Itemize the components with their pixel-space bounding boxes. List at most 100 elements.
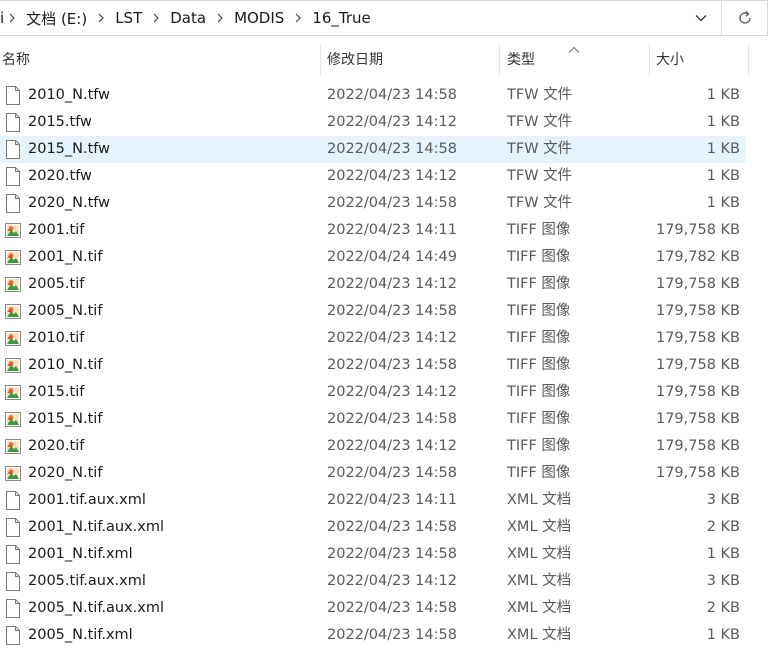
breadcrumb-fragment[interactable]: i — [0, 0, 6, 36]
chevron-right-icon[interactable] — [216, 11, 224, 25]
file-row[interactable]: 2005_N.tif.xml 2022/04/23 14:58 XML 文档 1 KB — [0, 622, 768, 649]
file-row[interactable]: 2001.tif.aux.xml 2022/04/23 14:11 XML 文档 3 … — [0, 487, 768, 514]
file-name[interactable]: 2020_N.tfw — [28, 190, 110, 217]
chevron-right-icon[interactable] — [294, 11, 302, 25]
breadcrumb-item-lst[interactable]: LST — [107, 0, 150, 36]
file-type: TFW 文件 — [507, 114, 573, 130]
file-row[interactable]: 2020_N.tfw 2022/04/23 14:58 TFW 文件 1 KB — [0, 190, 768, 217]
column-header-type[interactable]: 类型 — [507, 44, 535, 76]
column-divider[interactable] — [499, 44, 500, 76]
address-history-button[interactable] — [681, 1, 721, 35]
file-row[interactable]: 2010_N.tfw 2022/04/23 14:58 TFW 文件 1 KB — [0, 82, 768, 109]
column-divider[interactable] — [320, 44, 321, 76]
file-name[interactable]: 2001_N.tif — [28, 244, 102, 271]
file-name[interactable]: 2020.tfw — [28, 163, 92, 190]
sort-ascending-icon — [568, 42, 580, 58]
file-row[interactable]: 2001_N.tif.aux.xml 2022/04/23 14:58 XML 文档… — [0, 514, 768, 541]
file-row[interactable]: 2020.tif 2022/04/23 14:12 TIFF 图像 179,758 K… — [0, 433, 768, 460]
generic-file-icon — [5, 518, 21, 537]
address-bar[interactable]: i 文档 (E:) LST Data MODIS 16_True — [0, 0, 722, 36]
file-name[interactable]: 2020.tif — [28, 433, 84, 460]
file-name[interactable]: 2015.tfw — [28, 109, 92, 136]
file-row[interactable]: 2020.tfw 2022/04/23 14:12 TFW 文件 1 KB — [0, 163, 768, 190]
file-modified-date: 2022/04/24 14:49 — [327, 249, 457, 265]
generic-file-icon — [5, 545, 21, 564]
file-size: 179,758 KB — [655, 357, 740, 373]
file-type: TIFF 图像 — [507, 330, 571, 346]
file-name[interactable]: 2005.tif — [28, 271, 84, 298]
file-modified-date: 2022/04/23 14:58 — [327, 600, 457, 616]
file-name[interactable]: 2005.tif.aux.xml — [28, 568, 146, 595]
generic-file-icon — [5, 113, 21, 132]
file-name[interactable]: 2015.tif — [28, 379, 84, 406]
file-name[interactable]: 2015_N.tfw — [28, 136, 110, 163]
image-file-icon — [5, 248, 21, 267]
chevron-right-icon[interactable] — [8, 11, 16, 25]
breadcrumb-item-data[interactable]: Data — [162, 0, 214, 36]
file-name[interactable]: 2005_N.tif.aux.xml — [28, 595, 164, 622]
file-size: 1 KB — [706, 195, 740, 211]
file-name[interactable]: 2010_N.tfw — [28, 82, 110, 109]
file-name[interactable]: 2015_N.tif — [28, 406, 102, 433]
file-size: 2 KB — [706, 600, 740, 616]
file-type: XML 文档 — [507, 546, 572, 562]
file-type: TIFF 图像 — [507, 438, 571, 454]
file-row[interactable]: 2020_N.tif 2022/04/23 14:58 TIFF 图像 179,758… — [0, 460, 768, 487]
breadcrumb-item-modis[interactable]: MODIS — [226, 0, 292, 36]
chevron-right-icon[interactable] — [97, 11, 105, 25]
file-modified-date: 2022/04/23 14:58 — [327, 141, 457, 157]
file-row[interactable]: 2015.tif 2022/04/23 14:12 TIFF 图像 179,758 K… — [0, 379, 768, 406]
image-file-icon — [5, 221, 21, 240]
file-row[interactable]: 2005.tif.aux.xml 2022/04/23 14:12 XML 文档 3 … — [0, 568, 768, 595]
column-divider[interactable] — [748, 44, 749, 76]
file-type: TIFF 图像 — [507, 222, 571, 238]
file-modified-date: 2022/04/23 14:12 — [327, 114, 457, 130]
file-type: TIFF 图像 — [507, 411, 571, 427]
file-name[interactable]: 2001_N.tif.xml — [28, 541, 133, 568]
column-header-name[interactable]: 名称 — [2, 44, 30, 76]
column-header-date[interactable]: 修改日期 — [327, 44, 383, 76]
column-header-size[interactable]: 大小 — [656, 44, 684, 76]
breadcrumb-item-drive[interactable]: 文档 (E:) — [18, 0, 95, 36]
file-modified-date: 2022/04/23 14:12 — [327, 330, 457, 346]
file-modified-date: 2022/04/23 14:12 — [327, 168, 457, 184]
file-name[interactable]: 2010.tif — [28, 325, 84, 352]
chevron-down-icon — [695, 15, 707, 22]
file-size: 179,758 KB — [655, 438, 740, 454]
file-modified-date: 2022/04/23 14:12 — [327, 573, 457, 589]
file-type: TFW 文件 — [507, 87, 573, 103]
file-row[interactable]: 2010.tif 2022/04/23 14:12 TIFF 图像 179,758 K… — [0, 325, 768, 352]
file-row[interactable]: 2015_N.tfw 2022/04/23 14:58 TFW 文件 1 KB — [0, 136, 768, 163]
file-modified-date: 2022/04/23 14:58 — [327, 465, 457, 481]
file-type: TFW 文件 — [507, 141, 573, 157]
breadcrumb-item-current[interactable]: 16_True — [304, 0, 378, 36]
chevron-right-icon[interactable] — [152, 11, 160, 25]
file-name[interactable]: 2001.tif.aux.xml — [28, 487, 146, 514]
file-modified-date: 2022/04/23 14:58 — [327, 87, 457, 103]
refresh-button[interactable] — [722, 0, 768, 36]
file-row[interactable]: 2015.tfw 2022/04/23 14:12 TFW 文件 1 KB — [0, 109, 768, 136]
file-row[interactable]: 2010_N.tif 2022/04/23 14:58 TIFF 图像 179,758… — [0, 352, 768, 379]
generic-file-icon — [5, 167, 21, 186]
file-row[interactable]: 2015_N.tif 2022/04/23 14:58 TIFF 图像 179,758… — [0, 406, 768, 433]
file-name[interactable]: 2020_N.tif — [28, 460, 102, 487]
file-name[interactable]: 2005_N.tif.xml — [28, 622, 133, 649]
file-size: 179,758 KB — [655, 222, 740, 238]
file-name[interactable]: 2005_N.tif — [28, 298, 102, 325]
column-divider[interactable] — [649, 44, 650, 76]
file-size: 179,758 KB — [655, 465, 740, 481]
file-row[interactable]: 2005_N.tif.aux.xml 2022/04/23 14:58 XML 文档… — [0, 595, 768, 622]
file-modified-date: 2022/04/23 14:58 — [327, 195, 457, 211]
file-row[interactable]: 2005_N.tif 2022/04/23 14:58 TIFF 图像 179,758… — [0, 298, 768, 325]
file-modified-date: 2022/04/23 14:12 — [327, 438, 457, 454]
file-row[interactable]: 2001_N.tif 2022/04/24 14:49 TIFF 图像 179,782… — [0, 244, 768, 271]
file-name[interactable]: 2010_N.tif — [28, 352, 102, 379]
file-row[interactable]: 2001.tif 2022/04/23 14:11 TIFF 图像 179,758 K… — [0, 217, 768, 244]
file-row[interactable]: 2005.tif 2022/04/23 14:12 TIFF 图像 179,758 K… — [0, 271, 768, 298]
file-name[interactable]: 2001_N.tif.aux.xml — [28, 514, 164, 541]
image-file-icon — [5, 329, 21, 348]
file-row[interactable]: 2001_N.tif.xml 2022/04/23 14:58 XML 文档 1 KB — [0, 541, 768, 568]
file-size: 1 KB — [706, 168, 740, 184]
generic-file-icon — [5, 599, 21, 618]
file-name[interactable]: 2001.tif — [28, 217, 84, 244]
